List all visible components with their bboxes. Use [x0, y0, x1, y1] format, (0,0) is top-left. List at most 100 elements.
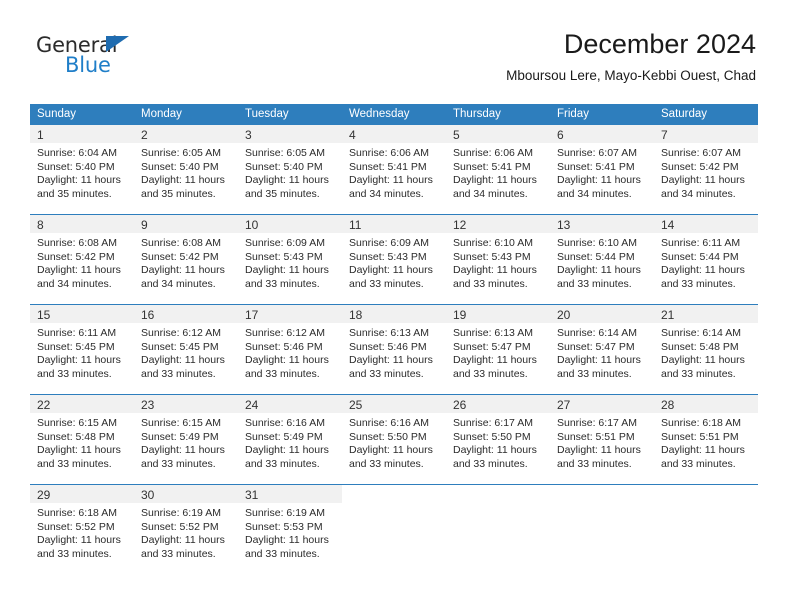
sunset-text: Sunset: 5:40 PM — [245, 160, 323, 173]
daylight-text-line1: Daylight: 11 hours — [141, 174, 225, 186]
day-number: 19 — [453, 308, 467, 322]
daylight-text-line1: Daylight: 11 hours — [37, 354, 121, 366]
day-number-band: 25 — [342, 395, 446, 413]
day-cell[interactable]: 1 Sunrise: 6:04 AM Sunset: 5:40 PM Dayli… — [30, 125, 134, 214]
day-cell[interactable]: 23 Sunrise: 6:15 AM Sunset: 5:49 PM Dayl… — [134, 395, 238, 484]
week-row: 22 Sunrise: 6:15 AM Sunset: 5:48 PM Dayl… — [30, 394, 758, 484]
day-cell[interactable]: 7 Sunrise: 6:07 AM Sunset: 5:42 PM Dayli… — [654, 125, 758, 214]
day-cell[interactable]: 10 Sunrise: 6:09 AM Sunset: 5:43 PM Dayl… — [238, 215, 342, 304]
daylight-text-line2: and 33 minutes. — [453, 277, 528, 290]
daylight-text-line1: Daylight: 11 hours — [453, 264, 537, 276]
day-cell[interactable]: 18 Sunrise: 6:13 AM Sunset: 5:46 PM Dayl… — [342, 305, 446, 394]
daylight-text-line2: and 33 minutes. — [245, 457, 320, 470]
day-cell[interactable]: 15 Sunrise: 6:11 AM Sunset: 5:45 PM Dayl… — [30, 305, 134, 394]
calendar-grid: Sunday Monday Tuesday Wednesday Thursday… — [30, 104, 758, 574]
day-cell[interactable]: 17 Sunrise: 6:12 AM Sunset: 5:46 PM Dayl… — [238, 305, 342, 394]
daylight-text-line2: and 33 minutes. — [557, 367, 632, 380]
day-cell[interactable]: 8 Sunrise: 6:08 AM Sunset: 5:42 PM Dayli… — [30, 215, 134, 304]
day-info: Sunrise: 6:18 AM Sunset: 5:51 PM Dayligh… — [654, 413, 758, 471]
sunset-text: Sunset: 5:52 PM — [37, 520, 115, 533]
week-row: 1 Sunrise: 6:04 AM Sunset: 5:40 PM Dayli… — [30, 124, 758, 214]
sunset-text: Sunset: 5:44 PM — [557, 250, 635, 263]
sunset-text: Sunset: 5:43 PM — [245, 250, 323, 263]
sunrise-text: Sunrise: 6:17 AM — [453, 417, 533, 429]
day-cell[interactable]: 31 Sunrise: 6:19 AM Sunset: 5:53 PM Dayl… — [238, 485, 342, 574]
day-info: Sunrise: 6:15 AM Sunset: 5:48 PM Dayligh… — [30, 413, 134, 471]
day-cell[interactable]: 12 Sunrise: 6:10 AM Sunset: 5:43 PM Dayl… — [446, 215, 550, 304]
day-info: Sunrise: 6:15 AM Sunset: 5:49 PM Dayligh… — [134, 413, 238, 471]
sunrise-text: Sunrise: 6:17 AM — [557, 417, 637, 429]
day-cell[interactable]: 5 Sunrise: 6:06 AM Sunset: 5:41 PM Dayli… — [446, 125, 550, 214]
day-number: 7 — [661, 128, 668, 142]
day-number: 27 — [557, 398, 571, 412]
logo-text-blue: Blue — [65, 53, 111, 77]
day-number-band: 20 — [550, 305, 654, 323]
day-info: Sunrise: 6:12 AM Sunset: 5:46 PM Dayligh… — [238, 323, 342, 381]
sunrise-text: Sunrise: 6:13 AM — [453, 327, 533, 339]
general-blue-logo[interactable]: General Blue — [36, 33, 276, 83]
day-info: Sunrise: 6:19 AM Sunset: 5:52 PM Dayligh… — [134, 503, 238, 561]
day-number: 8 — [37, 218, 44, 232]
daylight-text-line2: and 33 minutes. — [37, 367, 112, 380]
day-cell[interactable]: 2 Sunrise: 6:05 AM Sunset: 5:40 PM Dayli… — [134, 125, 238, 214]
sunrise-text: Sunrise: 6:12 AM — [245, 327, 325, 339]
day-number-band: 24 — [238, 395, 342, 413]
daylight-text-line2: and 35 minutes. — [141, 187, 216, 200]
sunrise-text: Sunrise: 6:16 AM — [245, 417, 325, 429]
day-cell[interactable]: 14 Sunrise: 6:11 AM Sunset: 5:44 PM Dayl… — [654, 215, 758, 304]
day-number-band — [446, 485, 550, 503]
day-cell[interactable]: 16 Sunrise: 6:12 AM Sunset: 5:45 PM Dayl… — [134, 305, 238, 394]
day-number-band: 15 — [30, 305, 134, 323]
day-number-band: 10 — [238, 215, 342, 233]
day-cell[interactable]: 20 Sunrise: 6:14 AM Sunset: 5:47 PM Dayl… — [550, 305, 654, 394]
day-cell[interactable]: 13 Sunrise: 6:10 AM Sunset: 5:44 PM Dayl… — [550, 215, 654, 304]
day-cell[interactable]: 22 Sunrise: 6:15 AM Sunset: 5:48 PM Dayl… — [30, 395, 134, 484]
day-cell[interactable]: 24 Sunrise: 6:16 AM Sunset: 5:49 PM Dayl… — [238, 395, 342, 484]
day-number: 17 — [245, 308, 259, 322]
sunrise-text: Sunrise: 6:08 AM — [37, 237, 117, 249]
day-number: 16 — [141, 308, 155, 322]
day-number-band: 11 — [342, 215, 446, 233]
day-cell[interactable]: 29 Sunrise: 6:18 AM Sunset: 5:52 PM Dayl… — [30, 485, 134, 574]
day-cell[interactable]: 25 Sunrise: 6:16 AM Sunset: 5:50 PM Dayl… — [342, 395, 446, 484]
day-cell[interactable]: 11 Sunrise: 6:09 AM Sunset: 5:43 PM Dayl… — [342, 215, 446, 304]
weekday-tuesday: Tuesday — [245, 108, 289, 120]
sunset-text: Sunset: 5:48 PM — [37, 430, 115, 443]
sunset-text: Sunset: 5:41 PM — [453, 160, 531, 173]
daylight-text-line1: Daylight: 11 hours — [453, 354, 537, 366]
day-cell[interactable]: 26 Sunrise: 6:17 AM Sunset: 5:50 PM Dayl… — [446, 395, 550, 484]
daylight-text-line1: Daylight: 11 hours — [349, 174, 433, 186]
daylight-text-line1: Daylight: 11 hours — [661, 444, 745, 456]
page-title: December 2024 — [563, 29, 756, 59]
sunrise-text: Sunrise: 6:16 AM — [349, 417, 429, 429]
daylight-text-line1: Daylight: 11 hours — [661, 354, 745, 366]
day-cell[interactable]: 9 Sunrise: 6:08 AM Sunset: 5:42 PM Dayli… — [134, 215, 238, 304]
sunrise-text: Sunrise: 6:18 AM — [37, 507, 117, 519]
day-cell[interactable]: 6 Sunrise: 6:07 AM Sunset: 5:41 PM Dayli… — [550, 125, 654, 214]
day-number-band — [550, 485, 654, 503]
day-cell[interactable]: 4 Sunrise: 6:06 AM Sunset: 5:41 PM Dayli… — [342, 125, 446, 214]
sunrise-text: Sunrise: 6:14 AM — [557, 327, 637, 339]
day-cell[interactable]: 30 Sunrise: 6:19 AM Sunset: 5:52 PM Dayl… — [134, 485, 238, 574]
day-cell[interactable]: 28 Sunrise: 6:18 AM Sunset: 5:51 PM Dayl… — [654, 395, 758, 484]
daylight-text-line2: and 33 minutes. — [37, 457, 112, 470]
day-cell[interactable]: 21 Sunrise: 6:14 AM Sunset: 5:48 PM Dayl… — [654, 305, 758, 394]
day-cell[interactable]: 3 Sunrise: 6:05 AM Sunset: 5:40 PM Dayli… — [238, 125, 342, 214]
day-number: 23 — [141, 398, 155, 412]
day-number: 29 — [37, 488, 51, 502]
sunset-text: Sunset: 5:45 PM — [141, 340, 219, 353]
sunrise-text: Sunrise: 6:05 AM — [245, 147, 325, 159]
day-number-band: 4 — [342, 125, 446, 143]
weekday-thursday: Thursday — [453, 108, 501, 120]
day-number: 30 — [141, 488, 155, 502]
daylight-text-line1: Daylight: 11 hours — [245, 354, 329, 366]
sunset-text: Sunset: 5:49 PM — [141, 430, 219, 443]
day-number: 13 — [557, 218, 571, 232]
day-cell[interactable]: 19 Sunrise: 6:13 AM Sunset: 5:47 PM Dayl… — [446, 305, 550, 394]
sunrise-text: Sunrise: 6:04 AM — [37, 147, 117, 159]
daylight-text-line1: Daylight: 11 hours — [557, 264, 641, 276]
day-cell[interactable]: 27 Sunrise: 6:17 AM Sunset: 5:51 PM Dayl… — [550, 395, 654, 484]
day-cell-empty — [446, 485, 550, 574]
day-number-band: 29 — [30, 485, 134, 503]
daylight-text-line1: Daylight: 11 hours — [349, 444, 433, 456]
